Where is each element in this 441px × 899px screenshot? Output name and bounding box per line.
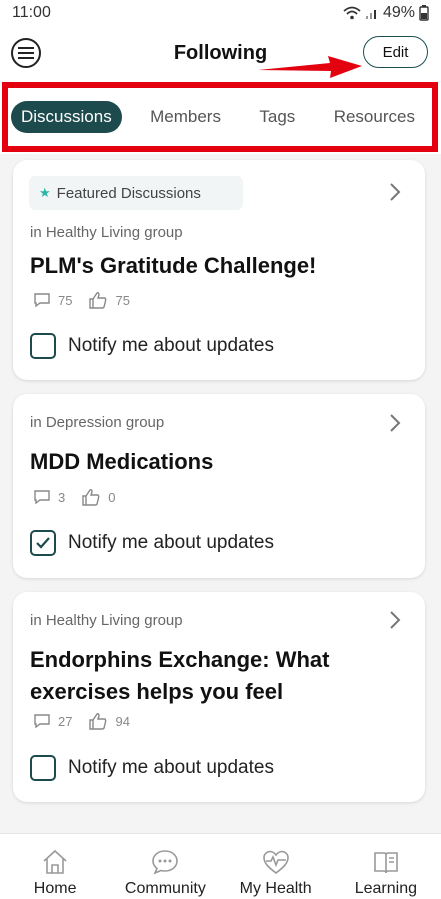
like-count-value: 0 xyxy=(108,489,116,505)
annotation-arrow-icon xyxy=(258,56,362,78)
checkmark-icon xyxy=(36,537,50,549)
notify-label: Notify me about updates xyxy=(68,335,274,356)
group-label: in Healthy Living group xyxy=(30,612,183,629)
group-label: in Healthy Living group xyxy=(30,224,183,241)
battery-icon xyxy=(419,5,429,21)
chevron-right-icon[interactable] xyxy=(389,182,401,202)
featured-badge: ★ Featured Discussions xyxy=(29,176,243,210)
status-bar: 11:00 49% xyxy=(0,0,441,26)
nav-my-health[interactable]: My Health xyxy=(221,834,331,898)
discussion-stats: 27 94 xyxy=(33,712,146,730)
discussion-stats: 3 0 xyxy=(33,488,131,506)
comment-icon xyxy=(34,714,50,729)
notify-label: Notify me about updates xyxy=(68,532,274,553)
thumbs-up-icon xyxy=(89,292,107,309)
chat-bubble-icon xyxy=(152,850,179,875)
book-icon xyxy=(374,852,398,874)
comment-count-value: 27 xyxy=(58,713,73,729)
nav-learning[interactable]: Learning xyxy=(331,834,441,898)
nav-community-label: Community xyxy=(124,880,206,897)
like-count-value: 94 xyxy=(115,713,130,729)
star-icon: ★ xyxy=(39,185,51,200)
notify-toggle[interactable]: Notify me about updates xyxy=(30,333,274,359)
discussion-title[interactable]: PLM's Gratitude Challenge! xyxy=(30,250,395,282)
discussion-stats: 75 75 xyxy=(33,291,146,309)
nav-home-label: Home xyxy=(33,880,77,897)
wifi-icon xyxy=(343,6,361,20)
annotation-highlight-box xyxy=(2,82,438,152)
notify-label: Notify me about updates xyxy=(68,757,274,778)
discussion-card[interactable]: ★ Featured Discussions in Healthy Living… xyxy=(13,160,425,380)
comment-count: 3 xyxy=(33,489,65,505)
heart-pulse-icon xyxy=(262,850,289,875)
status-icons: 49% xyxy=(343,4,429,22)
notify-checkbox[interactable] xyxy=(30,333,56,359)
notify-checkbox[interactable] xyxy=(30,755,56,781)
notify-checkbox[interactable] xyxy=(30,530,56,556)
group-label: in Depression group xyxy=(30,414,165,431)
discussion-card[interactable]: in Healthy Living group Endorphins Excha… xyxy=(13,592,425,802)
bottom-nav: Home Community My Health Learning xyxy=(0,833,441,899)
comment-count: 27 xyxy=(33,713,72,729)
header: Following Edit xyxy=(0,26,441,84)
comment-icon xyxy=(34,293,50,308)
thumbs-up-icon xyxy=(89,713,107,730)
edit-button[interactable]: Edit xyxy=(363,36,428,68)
comment-count-value: 75 xyxy=(58,292,73,308)
like-count-value: 75 xyxy=(115,292,130,308)
nav-home[interactable]: Home xyxy=(0,834,110,898)
nav-learning-label: Learning xyxy=(354,880,418,897)
featured-label: Featured Discussions xyxy=(56,184,201,202)
nav-my-health-label: My Health xyxy=(239,880,312,897)
comment-icon xyxy=(34,490,50,505)
signal-icon xyxy=(365,9,376,19)
battery-percent: 49% xyxy=(382,4,415,21)
discussion-card[interactable]: in Depression group MDD Medications 3 0 … xyxy=(13,394,425,578)
discussion-title[interactable]: MDD Medications xyxy=(30,446,395,478)
like-count: 0 xyxy=(81,488,115,506)
home-icon xyxy=(43,849,67,874)
like-count: 75 xyxy=(88,291,130,309)
notify-toggle[interactable]: Notify me about updates xyxy=(30,530,274,556)
comment-count-value: 3 xyxy=(58,489,66,505)
thumbs-up-icon xyxy=(82,489,100,506)
notify-toggle[interactable]: Notify me about updates xyxy=(30,755,274,781)
like-count: 94 xyxy=(88,712,130,730)
comment-count: 75 xyxy=(33,292,72,308)
chevron-right-icon[interactable] xyxy=(389,413,401,433)
nav-community[interactable]: Community xyxy=(110,834,220,898)
tab-bar: Discussions Members Tags Resources xyxy=(0,82,441,154)
chevron-right-icon[interactable] xyxy=(389,610,401,630)
status-time: 11:00 xyxy=(12,4,51,21)
discussion-title[interactable]: Endorphins Exchange: What exercises help… xyxy=(30,644,395,708)
